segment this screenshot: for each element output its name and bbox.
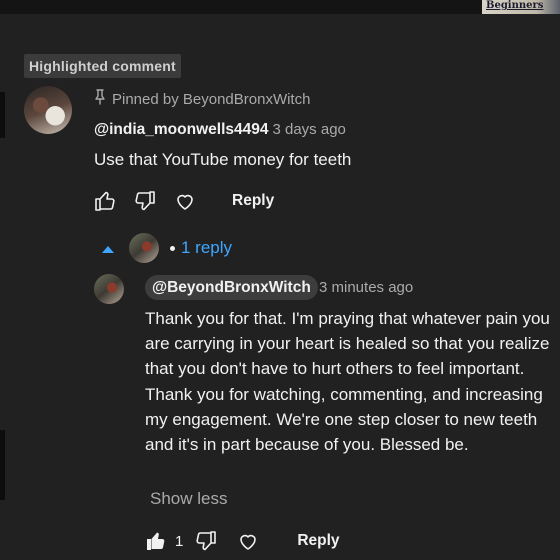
reply-count[interactable]: 1 reply — [181, 238, 232, 258]
top-edge — [0, 0, 560, 14]
reply-actions: 1 Reply — [143, 528, 340, 554]
pinned-label: Pinned by BeyondBronxWitch — [94, 88, 310, 110]
thumbs-up-icon[interactable] — [143, 528, 169, 554]
reply-button[interactable]: Reply — [232, 192, 274, 210]
avatar[interactable] — [94, 274, 124, 304]
comment-text: Use that YouTube money for teeth — [94, 150, 352, 169]
avatar[interactable] — [24, 86, 72, 134]
comment-actions: Reply — [92, 188, 274, 214]
reply-author-chip[interactable]: @BeyondBronxWitch — [145, 275, 318, 300]
thumbs-up-icon[interactable] — [92, 188, 118, 214]
heart-icon[interactable] — [235, 528, 261, 554]
like-count: 1 — [175, 532, 184, 550]
reply-text: Thank you for that. I'm praying that wha… — [145, 306, 550, 457]
heart-icon[interactable] — [172, 188, 198, 214]
comment-author-line: @india_moonwells4494 3 days ago — [94, 121, 346, 139]
reply-button[interactable]: Reply — [297, 532, 339, 550]
comment-author[interactable]: @india_moonwells4494 — [94, 121, 268, 138]
comment-time[interactable]: 3 days ago — [272, 121, 345, 138]
reply-time[interactable]: 3 minutes ago — [319, 279, 413, 296]
left-edge-strip — [0, 92, 5, 138]
replies-toggle[interactable]: 1 reply — [102, 236, 232, 262]
thumbnail-caption: Beginners — [486, 0, 544, 11]
avatar[interactable] — [129, 233, 159, 263]
pinned-text: Pinned by BeyondBronxWitch — [112, 90, 311, 108]
pin-icon — [94, 89, 106, 109]
show-less-button[interactable]: Show less — [150, 489, 227, 509]
thumbs-down-icon[interactable] — [132, 188, 158, 214]
highlighted-comment-badge: Highlighted comment — [24, 54, 181, 78]
left-edge-strip — [0, 430, 5, 500]
video-thumbnail[interactable]: Beginners — [482, 0, 560, 14]
caret-up-icon — [102, 245, 114, 253]
thumbs-down-icon[interactable] — [193, 528, 219, 554]
reply-text-content: Thank you for that. I'm praying that wha… — [145, 309, 550, 455]
separator-dot — [170, 246, 175, 251]
